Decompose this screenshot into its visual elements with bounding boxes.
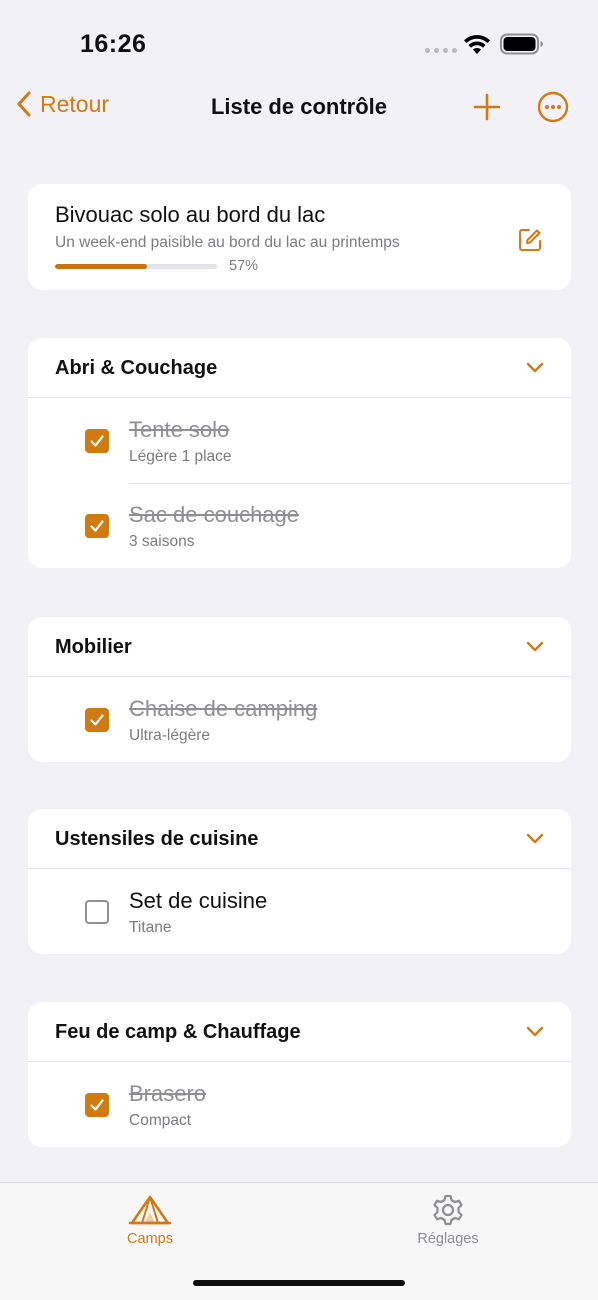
progress-bar — [55, 264, 217, 269]
status-bar: 16:26 — [0, 0, 598, 80]
category-header[interactable]: Ustensiles de cuisine — [28, 809, 571, 869]
chevron-down-icon — [526, 1026, 544, 1037]
item-name: Tente solo — [129, 417, 230, 442]
battery-icon — [500, 33, 543, 55]
category-title: Ustensiles de cuisine — [55, 828, 259, 850]
camp-description: Un week-end paisible au bord du lac au p… — [55, 234, 400, 251]
item-name: Brasero — [129, 1081, 207, 1106]
checklist-item[interactable]: Tente solo Légère 1 place — [28, 398, 571, 483]
tab-camps[interactable]: Camps — [90, 1193, 210, 1247]
item-name: Set de cuisine — [129, 888, 268, 913]
checkbox-checked[interactable] — [85, 514, 109, 538]
category-header[interactable]: Abri & Couchage — [28, 338, 571, 398]
edit-icon[interactable] — [517, 227, 543, 253]
category-card-mobilier: Mobilier Chaise de camping Ultra-légère — [28, 617, 571, 762]
progress-fill — [55, 264, 148, 269]
signal-icon — [425, 48, 457, 53]
checklist-item[interactable]: Chaise de camping Ultra-légère — [28, 677, 571, 762]
tent-icon — [128, 1195, 172, 1225]
item-subtitle: Titane — [129, 919, 172, 936]
tab-label: Réglages — [417, 1231, 479, 1247]
checkbox-checked[interactable] — [85, 1093, 109, 1117]
chevron-down-icon — [526, 641, 544, 652]
category-card-ustensiles: Ustensiles de cuisine Set de cuisine Tit… — [28, 809, 571, 954]
item-subtitle: Compact — [129, 1112, 192, 1129]
checkbox-checked[interactable] — [85, 429, 109, 453]
category-card-feu: Feu de camp & Chauffage Brasero Compact — [28, 1002, 571, 1147]
tab-label: Camps — [127, 1231, 173, 1247]
progress-percent: 57% — [229, 258, 259, 274]
category-title: Mobilier — [55, 636, 132, 658]
chevron-down-icon — [526, 833, 544, 844]
checklist-item[interactable]: Sac de couchage 3 saisons — [28, 483, 571, 568]
gear-icon — [433, 1194, 463, 1226]
page-title: Liste de contrôle — [210, 94, 388, 119]
item-subtitle: Ultra-légère — [129, 727, 210, 744]
item-subtitle: 3 saisons — [129, 533, 195, 550]
item-subtitle: Légère 1 place — [129, 448, 232, 465]
status-time: 16:26 — [80, 30, 147, 58]
plus-icon[interactable] — [470, 90, 504, 124]
category-card-abri: Abri & Couchage Tente solo Légère 1 plac… — [28, 338, 571, 568]
checkbox-checked[interactable] — [85, 708, 109, 732]
home-indicator — [193, 1280, 405, 1286]
checklist-item[interactable]: Set de cuisine Titane — [28, 869, 571, 954]
item-name: Chaise de camping — [129, 696, 318, 721]
tab-settings[interactable]: Réglages — [388, 1193, 508, 1247]
navigation-bar: Retour Liste de contrôle — [0, 80, 598, 136]
checklist-item[interactable]: Brasero Compact — [28, 1062, 571, 1147]
camp-title: Bivouac solo au bord du lac — [55, 202, 326, 227]
chevron-down-icon — [526, 362, 544, 373]
wifi-icon — [464, 34, 490, 54]
category-title: Abri & Couchage — [55, 357, 218, 379]
category-title: Feu de camp & Chauffage — [55, 1021, 301, 1043]
checkbox-unchecked[interactable] — [85, 900, 109, 924]
more-icon[interactable] — [536, 90, 570, 124]
category-header[interactable]: Mobilier — [28, 617, 571, 677]
category-header[interactable]: Feu de camp & Chauffage — [28, 1002, 571, 1062]
item-name: Sac de couchage — [129, 502, 300, 527]
camp-summary-card: Bivouac solo au bord du lac Un week-end … — [28, 184, 571, 290]
